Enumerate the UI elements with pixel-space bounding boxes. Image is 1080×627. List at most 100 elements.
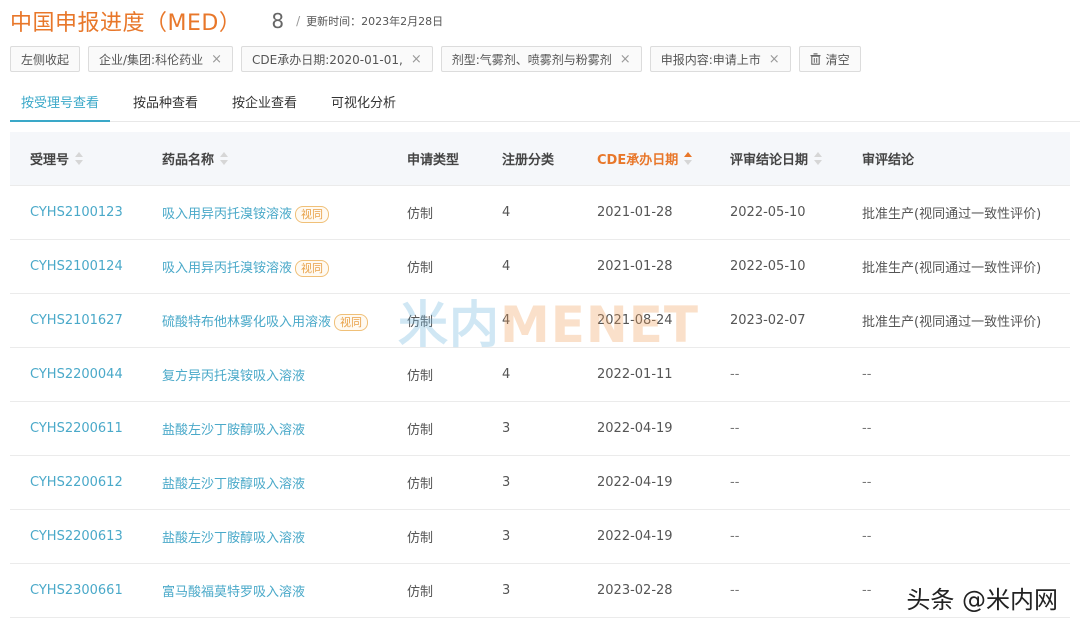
filter-chip-company[interactable]: 企业/集团:科伦药业 ×	[88, 46, 234, 72]
table-row: CYHS2101627 硫酸特布他林雾化吸入用溶液 视同 仿制 4 2021-08…	[10, 294, 1070, 348]
cde-date: 2023-02-28	[597, 583, 673, 598]
collapse-left-button[interactable]: 左侧收起	[10, 46, 81, 72]
cde-date: 2021-01-28	[597, 205, 673, 220]
application-type: 仿制	[407, 261, 434, 276]
acceptance-number-link[interactable]: CYHS2300661	[10, 583, 142, 598]
cde-date: 2022-01-11	[597, 367, 673, 382]
registration-category: 4	[502, 205, 511, 220]
result-count: 8	[271, 9, 285, 33]
acceptance-number-link[interactable]: CYHS2200044	[10, 367, 142, 382]
column-header-review-date[interactable]: 评审结论日期	[710, 149, 842, 168]
drug-name-link[interactable]: 吸入用异丙托溴铵溶液	[162, 207, 292, 222]
drug-name-link[interactable]: 富马酸福莫特罗吸入溶液	[162, 585, 305, 600]
results-table: 受理号 药品名称 申请类型 注册分类 CDE承办日期 评审结论日期 审评结论 C…	[10, 132, 1070, 618]
application-type: 仿制	[407, 315, 434, 330]
review-date: --	[730, 367, 740, 382]
registration-category: 3	[502, 529, 511, 544]
registration-category: 3	[502, 583, 511, 598]
page-title: 中国申报进度（MED）	[10, 11, 242, 36]
cde-date: 2021-01-28	[597, 259, 673, 274]
drug-name-cell: 吸入用异丙托溴铵溶液 视同	[142, 203, 387, 223]
clear-button[interactable]: 清空	[798, 46, 861, 72]
tab-by-company[interactable]: 按企业查看	[221, 88, 308, 120]
column-header-cde-date[interactable]: CDE承办日期	[577, 149, 710, 168]
cde-date: 2022-04-19	[597, 529, 673, 544]
equivalence-tag: 视同	[295, 259, 330, 277]
review-conclusion: --	[862, 529, 872, 544]
table-row: CYHS2200612 盐酸左沙丁胺醇吸入溶液 仿制 3 2022-04-19 …	[10, 456, 1070, 510]
filter-chip-dosage-form[interactable]: 剂型:气雾剂、喷雾剂与粉雾剂 ×	[440, 46, 642, 72]
review-date: 2022-05-10	[730, 259, 806, 274]
registration-category: 4	[502, 367, 511, 382]
drug-name-cell: 硫酸特布他林雾化吸入用溶液 视同	[142, 311, 387, 331]
column-header-review-conclusion: 审评结论	[862, 153, 915, 168]
chip-label: 申报内容:申请上市	[660, 52, 761, 67]
acceptance-number-link[interactable]: CYHS2200613	[10, 529, 142, 544]
sort-icon[interactable]	[75, 152, 84, 165]
table-row: CYHS2200611 盐酸左沙丁胺醇吸入溶液 仿制 3 2022-04-19 …	[10, 402, 1070, 456]
review-date: --	[730, 421, 740, 436]
drug-name-cell: 盐酸左沙丁胺醇吸入溶液	[142, 473, 387, 492]
chip-label: CDE承办日期:2020-01-01,	[252, 52, 403, 67]
review-conclusion: --	[862, 421, 872, 436]
application-type: 仿制	[407, 477, 434, 492]
close-icon[interactable]: ×	[211, 52, 222, 67]
clear-label: 清空	[825, 52, 850, 67]
equivalence-tag: 视同	[334, 313, 369, 331]
view-tabs: 按受理号查看 按品种查看 按企业查看 可视化分析	[10, 88, 407, 122]
review-conclusion: --	[862, 367, 872, 382]
acceptance-number-link[interactable]: CYHS2100124	[10, 259, 142, 274]
review-date: 2022-05-10	[730, 205, 806, 220]
filter-bar: 左侧收起 企业/集团:科伦药业 × CDE承办日期:2020-01-01, × …	[10, 46, 861, 74]
chip-label: 左侧收起	[21, 52, 70, 67]
drug-name-cell: 盐酸左沙丁胺醇吸入溶液	[142, 419, 387, 438]
tab-visual-analysis[interactable]: 可视化分析	[320, 88, 407, 120]
acceptance-number-link[interactable]: CYHS2101627	[10, 313, 142, 328]
column-header-acceptance-number[interactable]: 受理号	[10, 149, 142, 168]
separator: /	[296, 14, 301, 28]
cde-date: 2022-04-19	[597, 475, 673, 490]
drug-name-cell: 吸入用异丙托溴铵溶液 视同	[142, 257, 387, 277]
drug-name-cell: 盐酸左沙丁胺醇吸入溶液	[142, 527, 387, 546]
column-header-registration-category: 注册分类	[502, 153, 555, 168]
sort-icon[interactable]	[814, 152, 823, 165]
registration-category: 3	[502, 475, 511, 490]
drug-name-cell: 复方异丙托溴铵吸入溶液	[142, 365, 387, 384]
acceptance-number-link[interactable]: CYHS2200612	[10, 475, 142, 490]
application-type: 仿制	[407, 207, 434, 222]
drug-name-link[interactable]: 复方异丙托溴铵吸入溶液	[162, 369, 305, 384]
close-icon[interactable]: ×	[620, 52, 631, 67]
table-header: 受理号 药品名称 申请类型 注册分类 CDE承办日期 评审结论日期 审评结论	[10, 132, 1070, 186]
review-date: --	[730, 475, 740, 490]
filter-chip-cde-date[interactable]: CDE承办日期:2020-01-01, ×	[241, 46, 433, 72]
review-conclusion: --	[862, 475, 872, 490]
source-credit: 头条 @米内网	[902, 580, 1062, 615]
tab-by-acceptance-number[interactable]: 按受理号查看	[10, 88, 111, 122]
filter-chip-application-content[interactable]: 申报内容:申请上市 ×	[649, 46, 791, 72]
chip-label: 企业/集团:科伦药业	[99, 52, 204, 67]
registration-category: 4	[502, 313, 511, 328]
column-header-drug-name[interactable]: 药品名称	[142, 149, 387, 168]
cde-date: 2021-08-24	[597, 313, 673, 328]
acceptance-number-link[interactable]: CYHS2200611	[10, 421, 142, 436]
drug-name-link[interactable]: 盐酸左沙丁胺醇吸入溶液	[162, 531, 305, 546]
review-conclusion: 批准生产(视同通过一致性评价)	[862, 207, 1042, 222]
table-row: CYHS2100123 吸入用异丙托溴铵溶液 视同 仿制 4 2021-01-28…	[10, 186, 1070, 240]
sort-icon[interactable]	[220, 152, 229, 165]
drug-name-link[interactable]: 盐酸左沙丁胺醇吸入溶液	[162, 477, 305, 492]
drug-name-link[interactable]: 盐酸左沙丁胺醇吸入溶液	[162, 423, 305, 438]
column-header-application-type: 申请类型	[407, 153, 460, 168]
drug-name-link[interactable]: 吸入用异丙托溴铵溶液	[162, 261, 292, 276]
trash-icon	[810, 53, 821, 65]
table-row: CYHS2100124 吸入用异丙托溴铵溶液 视同 仿制 4 2021-01-28…	[10, 240, 1070, 294]
close-icon[interactable]: ×	[769, 52, 780, 67]
acceptance-number-link[interactable]: CYHS2100123	[10, 205, 142, 220]
drug-name-cell: 富马酸福莫特罗吸入溶液	[142, 581, 387, 600]
review-date: 2023-02-07	[730, 313, 806, 328]
tab-by-variety[interactable]: 按品种查看	[122, 88, 209, 120]
sort-icon[interactable]	[684, 152, 693, 165]
review-conclusion: 批准生产(视同通过一致性评价)	[862, 315, 1042, 330]
review-conclusion: 批准生产(视同通过一致性评价)	[862, 261, 1042, 276]
drug-name-link[interactable]: 硫酸特布他林雾化吸入用溶液	[162, 315, 331, 330]
close-icon[interactable]: ×	[411, 52, 422, 67]
